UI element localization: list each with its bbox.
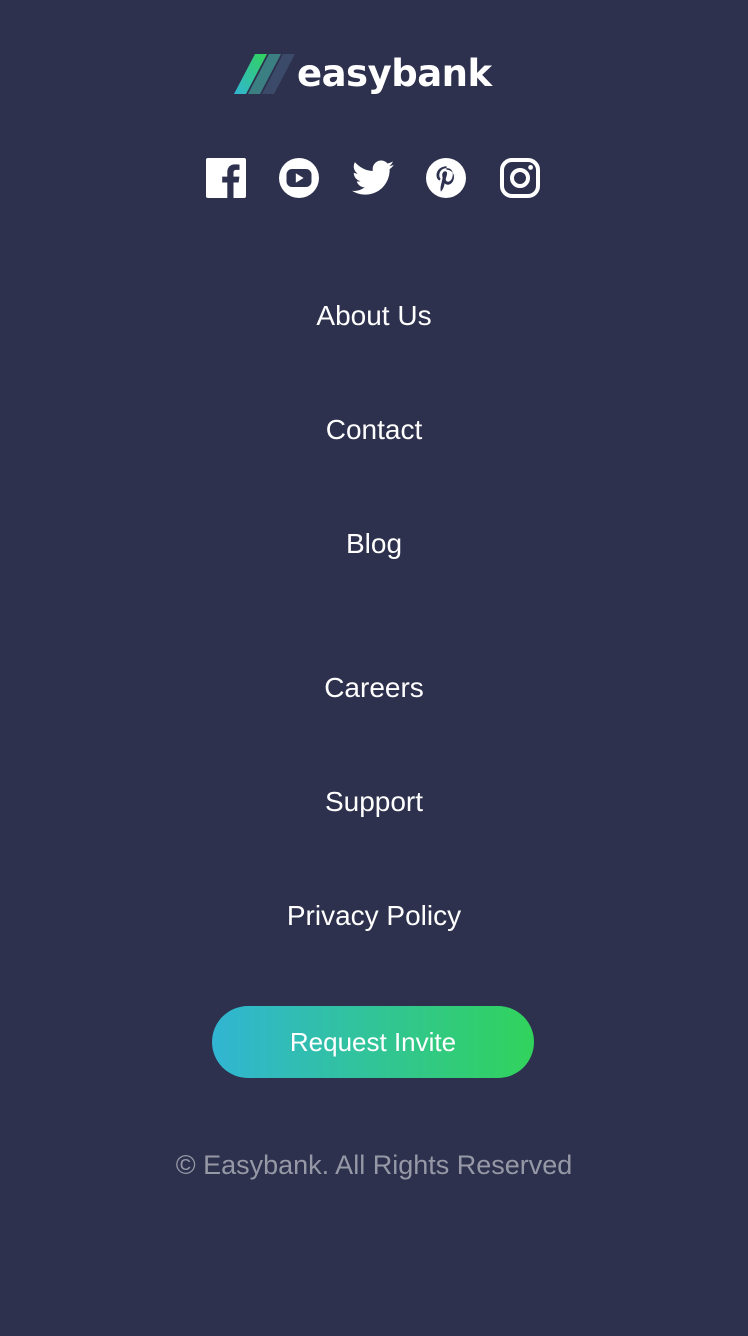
facebook-link[interactable] [204, 156, 248, 200]
nav-link-about-us[interactable]: About Us [0, 299, 748, 333]
nav-link-careers[interactable]: Careers [0, 671, 748, 705]
logo-wordmark: easybank [297, 52, 492, 95]
nav-link-support[interactable]: Support [0, 785, 748, 819]
facebook-icon [206, 158, 246, 198]
social-links [204, 156, 544, 200]
twitter-link[interactable] [351, 156, 395, 200]
twitter-icon [352, 160, 394, 195]
instagram-link[interactable] [498, 156, 542, 200]
instagram-icon [500, 158, 540, 198]
pinterest-icon [426, 158, 466, 198]
pinterest-link[interactable] [424, 156, 468, 200]
nav-link-privacy-policy[interactable]: Privacy Policy [0, 899, 748, 933]
easybank-logo[interactable]: easybank [234, 52, 514, 96]
nav-link-contact[interactable]: Contact [0, 413, 748, 447]
copyright-text: © Easybank. All Rights Reserved [175, 1150, 573, 1180]
youtube-icon [279, 158, 319, 198]
youtube-link[interactable] [277, 156, 321, 200]
site-footer: easybank About Us Contact Blog Careers S… [0, 0, 748, 1336]
nav-link-blog[interactable]: Blog [0, 527, 748, 561]
request-invite-button[interactable]: Request Invite [212, 1006, 534, 1078]
logo-mark-icon [234, 54, 295, 94]
